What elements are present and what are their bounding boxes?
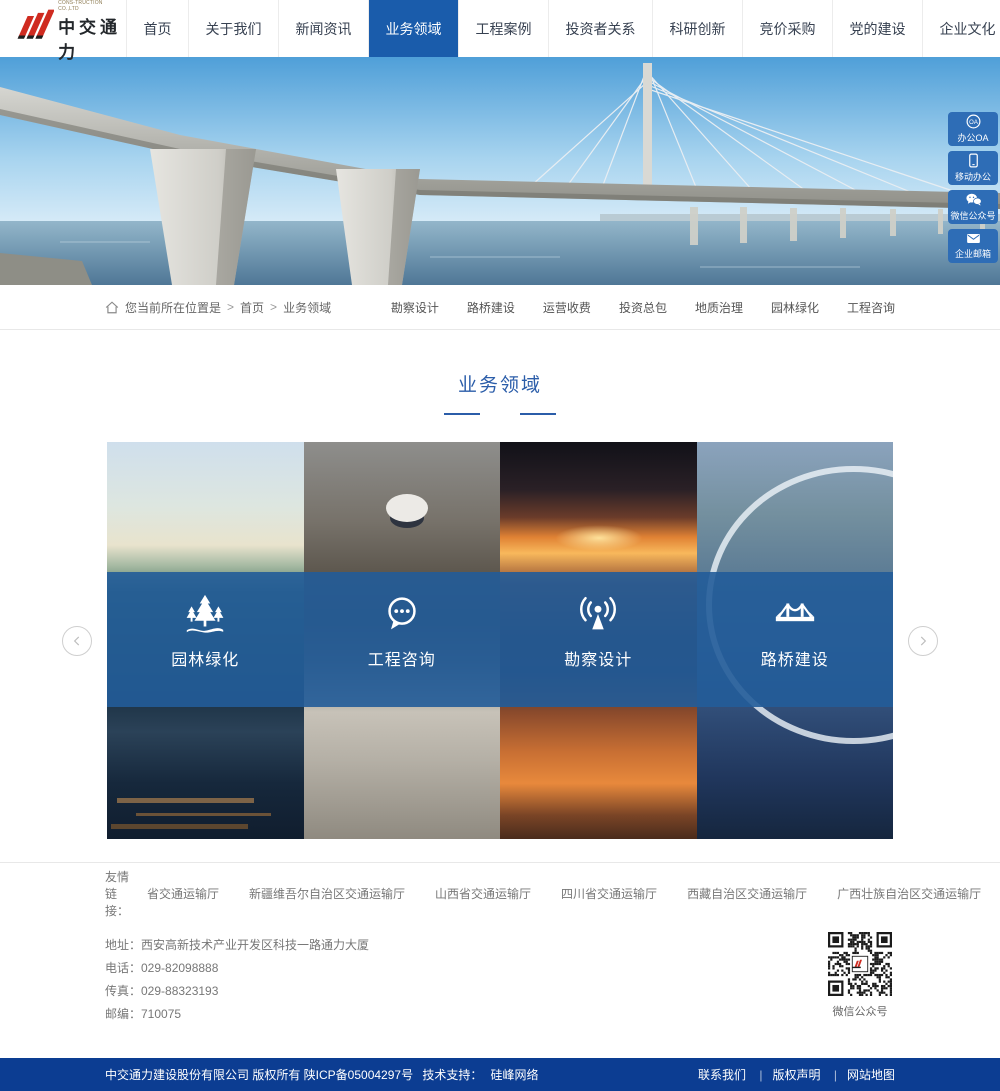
breadcrumb-bar: 您当前所在位置是 > 首页 > 业务领域 勘察设计 路桥建设 运营收费 投资总包… xyxy=(0,285,1000,330)
service-card-landscaping[interactable]: 园林绿化 xyxy=(107,442,304,839)
contact-address: 地址：西安高新技术产业开发区科技一路通力大厦 xyxy=(105,934,895,957)
hero-bridge-image xyxy=(0,57,1000,285)
quick-link-wechat[interactable]: 微信公众号 xyxy=(948,190,998,224)
nav-item-news[interactable]: 新闻资讯 xyxy=(278,0,368,57)
qr-label: 微信公众号 xyxy=(828,1003,892,1019)
nav-item-investor[interactable]: 投资者关系 xyxy=(548,0,652,57)
quick-links: OA 办公OA 移动办公 微信公众号 xyxy=(948,112,998,263)
services-carousel: 园林绿化 工程咨询 xyxy=(107,442,893,839)
service-label: 勘察设计 xyxy=(564,646,632,670)
chevron-right-icon xyxy=(916,634,930,648)
breadcrumb: 您当前所在位置是 > 首页 > 业务领域 xyxy=(105,299,331,316)
contact-fax: 传真：029-88323193 xyxy=(105,980,895,1003)
friend-links-section: 友情链接： 省交通运输厅 新疆维吾尔自治区交通运输厅 山西省交通运输厅 四川省交… xyxy=(0,862,1000,924)
subnav-item-consulting[interactable]: 工程咨询 xyxy=(847,299,895,316)
carousel-next-button[interactable] xyxy=(908,626,938,656)
friend-link[interactable]: 山西省交通运输厅 xyxy=(435,885,531,902)
page-title: 业务领域 xyxy=(0,370,1000,397)
breadcrumb-prefix: 您当前所在位置是 xyxy=(125,299,221,316)
main-nav: 首页 关于我们 新闻资讯 业务领域 工程案例 投资者关系 科研创新 竞价采购 党… xyxy=(126,0,1000,57)
service-card-road-bridge[interactable]: 路桥建设 xyxy=(697,442,894,839)
subnav-item-operation-toll[interactable]: 运营收费 xyxy=(543,299,591,316)
contact-section: 地址：西安高新技术产业开发区科技一路通力大厦 电话：029-82098888 传… xyxy=(105,924,895,1044)
chat-icon xyxy=(379,591,425,637)
oa-icon: OA xyxy=(966,114,981,129)
brand-name-en: ZHONGJIAO TONGLI CONS-TRUCTION CO.,LTD xyxy=(58,0,116,12)
bridge-icon xyxy=(772,591,818,637)
chevron-left-icon xyxy=(70,634,84,648)
breadcrumb-current[interactable]: 业务领域 xyxy=(283,299,331,316)
title-underline xyxy=(0,413,1000,415)
quick-link-mobile-office[interactable]: 移动办公 xyxy=(948,151,998,185)
contact-zip: 邮编：710075 xyxy=(105,1003,895,1026)
service-card-survey-design[interactable]: 勘察设计 xyxy=(500,442,697,839)
nav-item-projects[interactable]: 工程案例 xyxy=(458,0,548,57)
nav-item-business[interactable]: 业务领域 xyxy=(368,0,458,57)
service-label: 路桥建设 xyxy=(761,646,829,670)
trees-icon xyxy=(182,591,228,637)
subnav-item-geology[interactable]: 地质治理 xyxy=(695,299,743,316)
bottom-link-copyright[interactable]: 版权声明 xyxy=(749,1068,820,1082)
breadcrumb-home-link[interactable]: 首页 xyxy=(240,299,264,316)
friend-link[interactable]: 广西壮族自治区交通运输厅 xyxy=(837,885,981,902)
phone-icon xyxy=(967,153,980,168)
subnav-item-survey-design[interactable]: 勘察设计 xyxy=(391,299,439,316)
service-label: 园林绿化 xyxy=(171,646,239,670)
nav-item-culture[interactable]: 企业文化 xyxy=(922,0,1000,57)
subnav-item-landscaping[interactable]: 园林绿化 xyxy=(771,299,819,316)
friend-link[interactable]: 新疆维吾尔自治区交通运输厅 xyxy=(249,885,405,902)
friend-link[interactable]: 省交通运输厅 xyxy=(147,885,219,902)
nav-item-party[interactable]: 党的建设 xyxy=(832,0,922,57)
bottom-link-sitemap[interactable]: 网站地图 xyxy=(824,1068,895,1082)
service-label: 工程咨询 xyxy=(368,646,436,670)
header: ZHONGJIAO TONGLI CONS-TRUCTION CO.,LTD 中… xyxy=(0,0,1000,57)
contact-phone: 电话：029-82098888 xyxy=(105,957,895,980)
nav-item-research[interactable]: 科研创新 xyxy=(652,0,742,57)
friend-link[interactable]: 四川省交通运输厅 xyxy=(561,885,657,902)
subnav-item-investment-epc[interactable]: 投资总包 xyxy=(619,299,667,316)
wechat-icon xyxy=(965,192,982,207)
support-link[interactable]: 硅峰网络 xyxy=(490,1068,538,1082)
copyright-text: 中交通力建设股份有限公司 版权所有 陕ICP备05004297号 xyxy=(105,1068,413,1082)
antenna-icon xyxy=(575,591,621,637)
logo-swoosh-icon xyxy=(12,7,54,51)
brand-name: 中交通力 xyxy=(58,13,126,63)
hero-banner: OA 办公OA 移动办公 微信公众号 xyxy=(0,57,1000,285)
carousel-prev-button[interactable] xyxy=(62,626,92,656)
friend-link[interactable]: 西藏自治区交通运输厅 xyxy=(687,885,807,902)
mail-icon xyxy=(966,232,981,245)
bottom-link-contact[interactable]: 联系我们 xyxy=(698,1068,746,1082)
friend-links-label: 友情链接： xyxy=(105,868,129,919)
nav-item-home[interactable]: 首页 xyxy=(126,0,188,57)
svg-text:OA: OA xyxy=(969,120,978,126)
service-card-consulting[interactable]: 工程咨询 xyxy=(304,442,501,839)
home-icon xyxy=(105,301,119,314)
quick-link-mail[interactable]: 企业邮箱 xyxy=(948,229,998,263)
nav-item-about[interactable]: 关于我们 xyxy=(188,0,278,57)
logo[interactable]: ZHONGJIAO TONGLI CONS-TRUCTION CO.,LTD 中… xyxy=(0,0,126,57)
quick-link-oa[interactable]: OA 办公OA xyxy=(948,112,998,146)
nav-item-bidding[interactable]: 竞价采购 xyxy=(742,0,832,57)
subnav-item-road-bridge[interactable]: 路桥建设 xyxy=(467,299,515,316)
support-label: 技术支持： xyxy=(422,1068,482,1082)
business-subnav: 勘察设计 路桥建设 运营收费 投资总包 地质治理 园林绿化 工程咨询 xyxy=(391,299,895,316)
wechat-qr-code xyxy=(828,932,892,996)
